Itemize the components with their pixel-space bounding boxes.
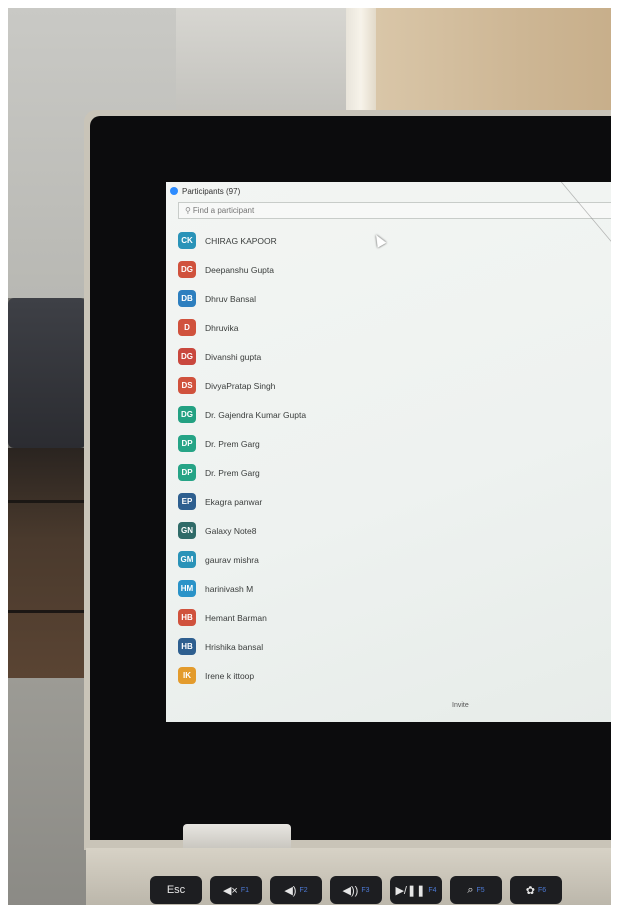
participant-search-input[interactable] — [192, 206, 493, 215]
keyboard-key: ✿ F6 — [510, 876, 562, 904]
key-fn-label: F4 — [428, 886, 437, 894]
key-fn-label: F1 — [240, 886, 250, 894]
background-wall-center — [176, 8, 346, 118]
background-curtain — [376, 8, 619, 118]
keyboard-key: Esc — [150, 876, 202, 904]
cabinet-drawer-line — [8, 500, 86, 503]
participant-name: DivyaPratap Singh — [205, 380, 276, 391]
key-label: ▶/❚❚ — [395, 884, 426, 897]
participants-panel: Participants (97) ⚲ CK CHIRAG KAPOOR DG Dee… — [166, 182, 619, 722]
participant-avatar: GN — [178, 522, 196, 539]
participant-row[interactable]: DG Divanshi gupta — [178, 342, 306, 371]
cabinet-drawer-line — [8, 610, 86, 613]
participant-avatar: GM — [178, 551, 196, 568]
key-label: ⌕ — [467, 883, 474, 896]
key-label: ◀) — [284, 884, 297, 897]
participant-name: Deepanshu Gupta — [205, 264, 274, 275]
participant-avatar: CK — [178, 232, 196, 249]
participant-avatar: EP — [178, 493, 196, 510]
participant-list: CK CHIRAG KAPOOR DG Deepanshu Gupta DB Dhruv … — [178, 226, 306, 690]
background-chair — [8, 298, 86, 448]
participant-name: harinivash M — [205, 583, 254, 594]
background-cabinet — [8, 448, 86, 678]
participant-row[interactable]: GN Galaxy Note8 — [178, 516, 306, 545]
search-icon: ⚲ — [185, 206, 191, 215]
participant-avatar: DP — [178, 464, 196, 481]
keyboard-key: ◀)) F3 — [330, 876, 382, 904]
keyboard-key: ▶/❚❚ F4 — [390, 876, 442, 904]
participant-search-box[interactable]: ⚲ — [178, 202, 619, 219]
key-label: ◀× — [222, 884, 238, 897]
keyboard-key: ◀) F2 — [270, 876, 322, 904]
participant-avatar: D — [178, 319, 196, 336]
mouse-cursor-icon — [371, 232, 387, 248]
key-label: ◀)) — [342, 884, 359, 897]
participant-avatar: DP — [178, 435, 196, 452]
participant-row[interactable]: CK CHIRAG KAPOOR — [178, 226, 306, 255]
participant-avatar: HB — [178, 638, 196, 655]
participant-row[interactable]: DB Dhruv Bansal — [178, 284, 306, 313]
participant-name: Galaxy Note8 — [205, 525, 257, 536]
participant-avatar: HB — [178, 609, 196, 626]
participant-name: Irene k ittoop — [205, 670, 255, 681]
participant-row[interactable]: DP Dr. Prem Garg — [178, 429, 306, 458]
background-light — [346, 8, 376, 118]
participant-avatar: DG — [178, 406, 196, 423]
participant-row[interactable]: HM harinivash M — [178, 574, 306, 603]
participant-name: Dhruv Bansal — [205, 293, 257, 304]
participant-row[interactable]: DG Deepanshu Gupta — [178, 255, 306, 284]
participant-row[interactable]: HB Hrishika bansal — [178, 632, 306, 661]
key-label: Esc — [166, 884, 186, 896]
participant-row[interactable]: IK Irene k ittoop — [178, 661, 306, 690]
invite-button[interactable]: Invite — [448, 700, 473, 711]
participant-name: Dr. Prem Garg — [205, 467, 260, 478]
panel-header: Participants (97) — [166, 184, 240, 198]
participant-avatar: DG — [178, 348, 196, 365]
participant-row[interactable]: HB Hemant Barman — [178, 603, 306, 632]
panel-title: Participants (97) — [182, 186, 241, 196]
key-fn-label: F5 — [476, 886, 485, 894]
participant-row[interactable]: DS DivyaPratap Singh — [178, 371, 306, 400]
participant-name: Dhruvika — [205, 322, 239, 333]
participant-row[interactable]: GM gaurav mishra — [178, 545, 306, 574]
participant-name: Dr. Gajendra Kumar Gupta — [205, 409, 307, 420]
participant-name: Hrishika bansal — [205, 641, 264, 652]
zoom-app-icon — [170, 187, 178, 195]
participant-name: CHIRAG KAPOOR — [205, 235, 277, 246]
participant-avatar: DG — [178, 261, 196, 278]
participant-row[interactable]: D Dhruvika — [178, 313, 306, 342]
participant-name: Ekagra panwar — [205, 496, 263, 507]
keyboard-key: ◀× F1 — [210, 876, 262, 904]
participant-row[interactable]: DG Dr. Gajendra Kumar Gupta — [178, 400, 306, 429]
participant-avatar: IK — [178, 667, 196, 684]
participant-avatar: HM — [178, 580, 196, 597]
participant-name: Divanshi gupta — [205, 351, 262, 362]
participant-name: Dr. Prem Garg — [205, 438, 260, 449]
bottom-strip — [0, 905, 619, 913]
function-key-row: Esc ◀× F1 ◀) F2 ◀)) F3 ▶/❚❚ F4 ⌕ F5 ✿ F6 — [150, 876, 562, 904]
participant-name: gaurav mishra — [205, 554, 259, 565]
key-fn-label: F2 — [299, 886, 308, 894]
participant-row[interactable]: EP Ekagra panwar — [178, 487, 306, 516]
participant-avatar: DS — [178, 377, 196, 394]
key-fn-label: F6 — [538, 886, 547, 894]
desk — [8, 678, 94, 908]
keyboard-key: ⌕ F5 — [450, 876, 502, 904]
key-fn-label: F3 — [361, 886, 370, 894]
participant-row[interactable]: DP Dr. Prem Garg — [178, 458, 306, 487]
participant-avatar: DB — [178, 290, 196, 307]
key-label: ✿ — [525, 884, 536, 897]
participant-name: Hemant Barman — [205, 612, 267, 623]
